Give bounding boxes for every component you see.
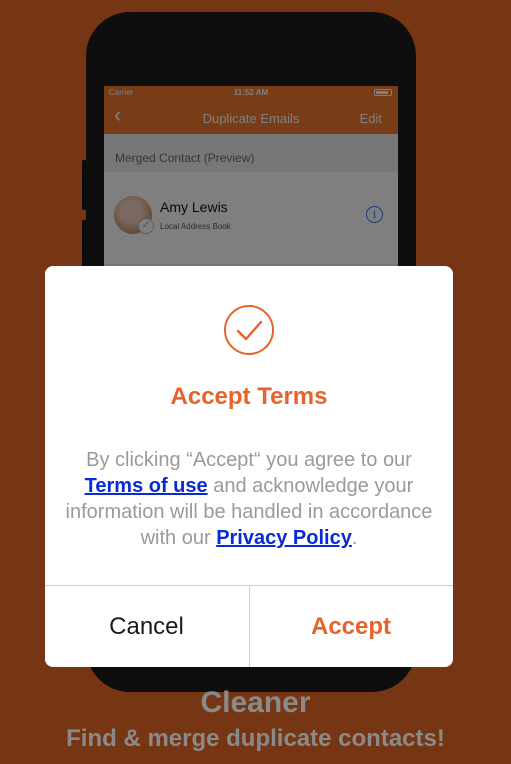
caption-subtitle: Find & merge duplicate contacts! [66, 725, 445, 752]
dialog-button-row: Cancel Accept [45, 585, 453, 667]
accept-terms-dialog: Accept Terms By clicking “Accept“ you ag… [45, 266, 453, 667]
body-text: By clicking “Accept“ you agree to our [86, 449, 412, 471]
terms-of-use-link[interactable]: Terms of use [85, 475, 208, 497]
check-circle-icon [224, 305, 274, 355]
accept-button[interactable]: Accept [249, 586, 452, 667]
body-text: . [351, 527, 358, 549]
caption-title: Cleaner [200, 686, 311, 719]
dialog-body: By clicking “Accept“ you agree to our Te… [65, 447, 433, 551]
privacy-policy-link[interactable]: Privacy Policy [216, 527, 352, 549]
dialog-title: Accept Terms [170, 383, 328, 410]
cancel-button[interactable]: Cancel [45, 586, 248, 667]
